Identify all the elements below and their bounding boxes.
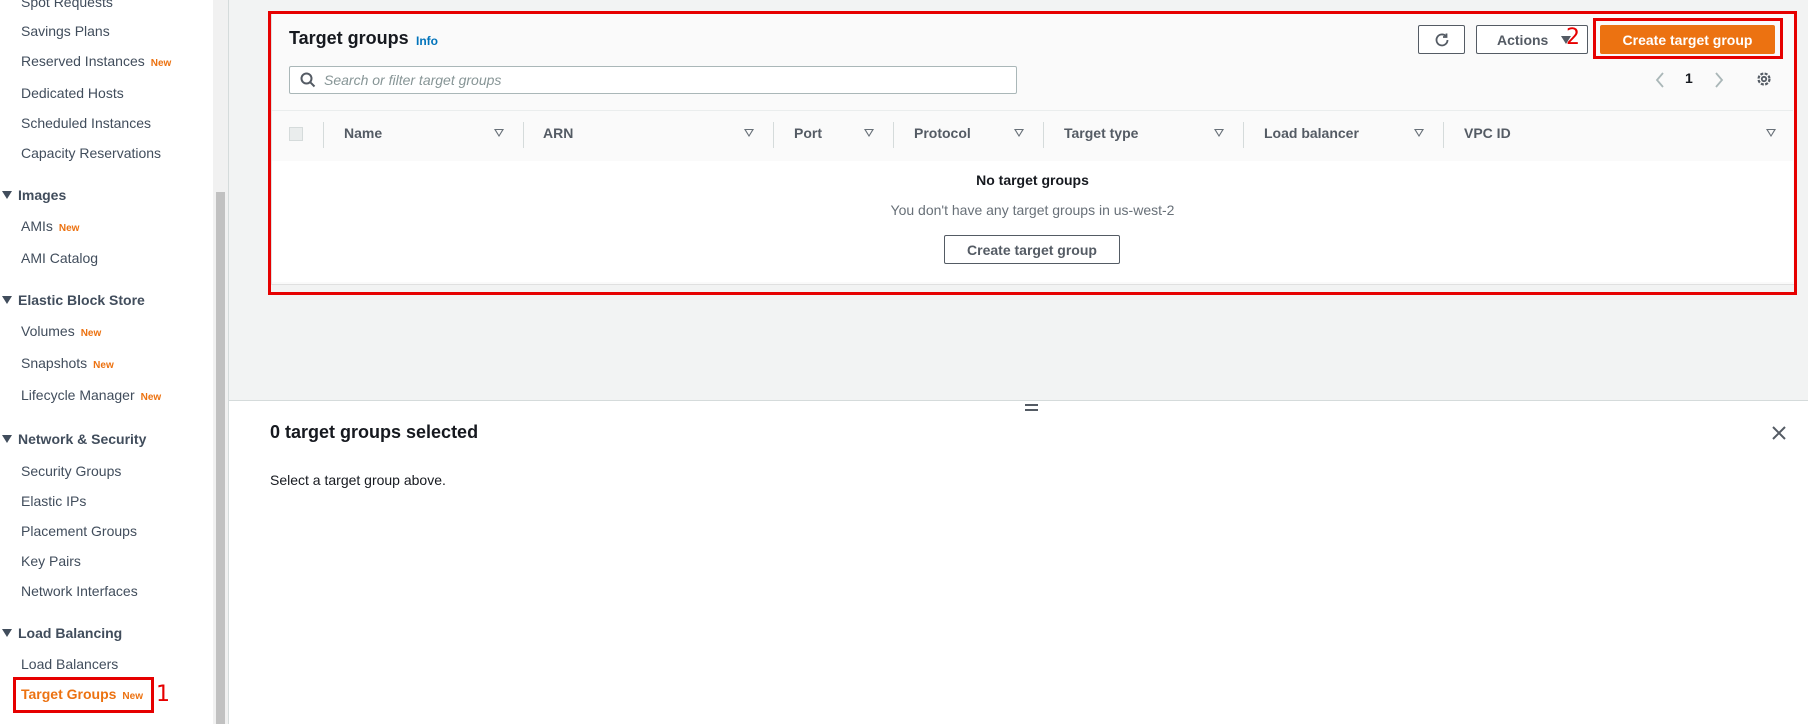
sidebar-item-load-balancers[interactable]: Load Balancers (21, 656, 118, 672)
sidebar-section-ebs[interactable]: Elastic Block Store (0, 292, 145, 308)
sidebar-item-placement-groups[interactable]: Placement Groups (21, 523, 137, 539)
highlight-box-panel (268, 11, 1797, 295)
sidebar-nav: Spot Requests Savings Plans Reserved Ins… (0, 0, 213, 724)
split-panel-message: Select a target group above. (270, 472, 446, 488)
step-marker-1: 1 (156, 682, 170, 707)
caret-down-icon (2, 296, 12, 304)
sidebar-item-security-groups[interactable]: Security Groups (21, 463, 121, 479)
sidebar-item-amis[interactable]: AMIs New (21, 218, 79, 234)
split-panel-title: 0 target groups selected (270, 422, 479, 442)
sidebar-section-images[interactable]: Images (0, 187, 66, 203)
caret-down-icon (2, 191, 12, 199)
new-badge: New (58, 223, 80, 234)
sidebar-item-lifecycle-manager[interactable]: Lifecycle Manager New (21, 387, 161, 403)
new-badge: New (150, 58, 172, 69)
new-badge: New (80, 328, 102, 339)
caret-down-icon (2, 629, 12, 637)
sidebar-item-reserved-instances[interactable]: Reserved Instances New (21, 53, 171, 69)
resize-handle-icon[interactable] (1025, 404, 1038, 412)
sidebar-section-network-security[interactable]: Network & Security (0, 431, 146, 447)
new-badge: New (93, 360, 114, 371)
sidebar-item-ami-catalog[interactable]: AMI Catalog (21, 250, 98, 266)
sidebar-item-savings-plans[interactable]: Savings Plans (21, 23, 110, 39)
highlight-box-target-groups (13, 677, 154, 713)
caret-down-icon (2, 435, 12, 443)
sidebar-item-dedicated-hosts[interactable]: Dedicated Hosts (21, 85, 124, 101)
sidebar-section-load-balancing[interactable]: Load Balancing (0, 625, 122, 641)
sidebar-scrollbar[interactable] (213, 0, 228, 724)
sidebar-item-spot-requests[interactable]: Spot Requests (21, 0, 113, 10)
sidebar-item-snapshots[interactable]: Snapshots New (21, 355, 114, 371)
sidebar-item-capacity-reservations[interactable]: Capacity Reservations (21, 145, 161, 161)
scrollbar-thumb[interactable] (216, 192, 225, 724)
new-badge: New (140, 392, 162, 403)
sidebar-item-key-pairs[interactable]: Key Pairs (21, 553, 81, 569)
sidebar-item-scheduled-instances[interactable]: Scheduled Instances (21, 115, 151, 131)
sidebar-item-network-interfaces[interactable]: Network Interfaces (21, 583, 138, 599)
sidebar-item-volumes[interactable]: Volumes New (21, 323, 101, 339)
split-panel (229, 400, 1808, 725)
sidebar-item-elastic-ips[interactable]: Elastic IPs (21, 493, 86, 509)
close-icon[interactable] (1770, 424, 1788, 442)
